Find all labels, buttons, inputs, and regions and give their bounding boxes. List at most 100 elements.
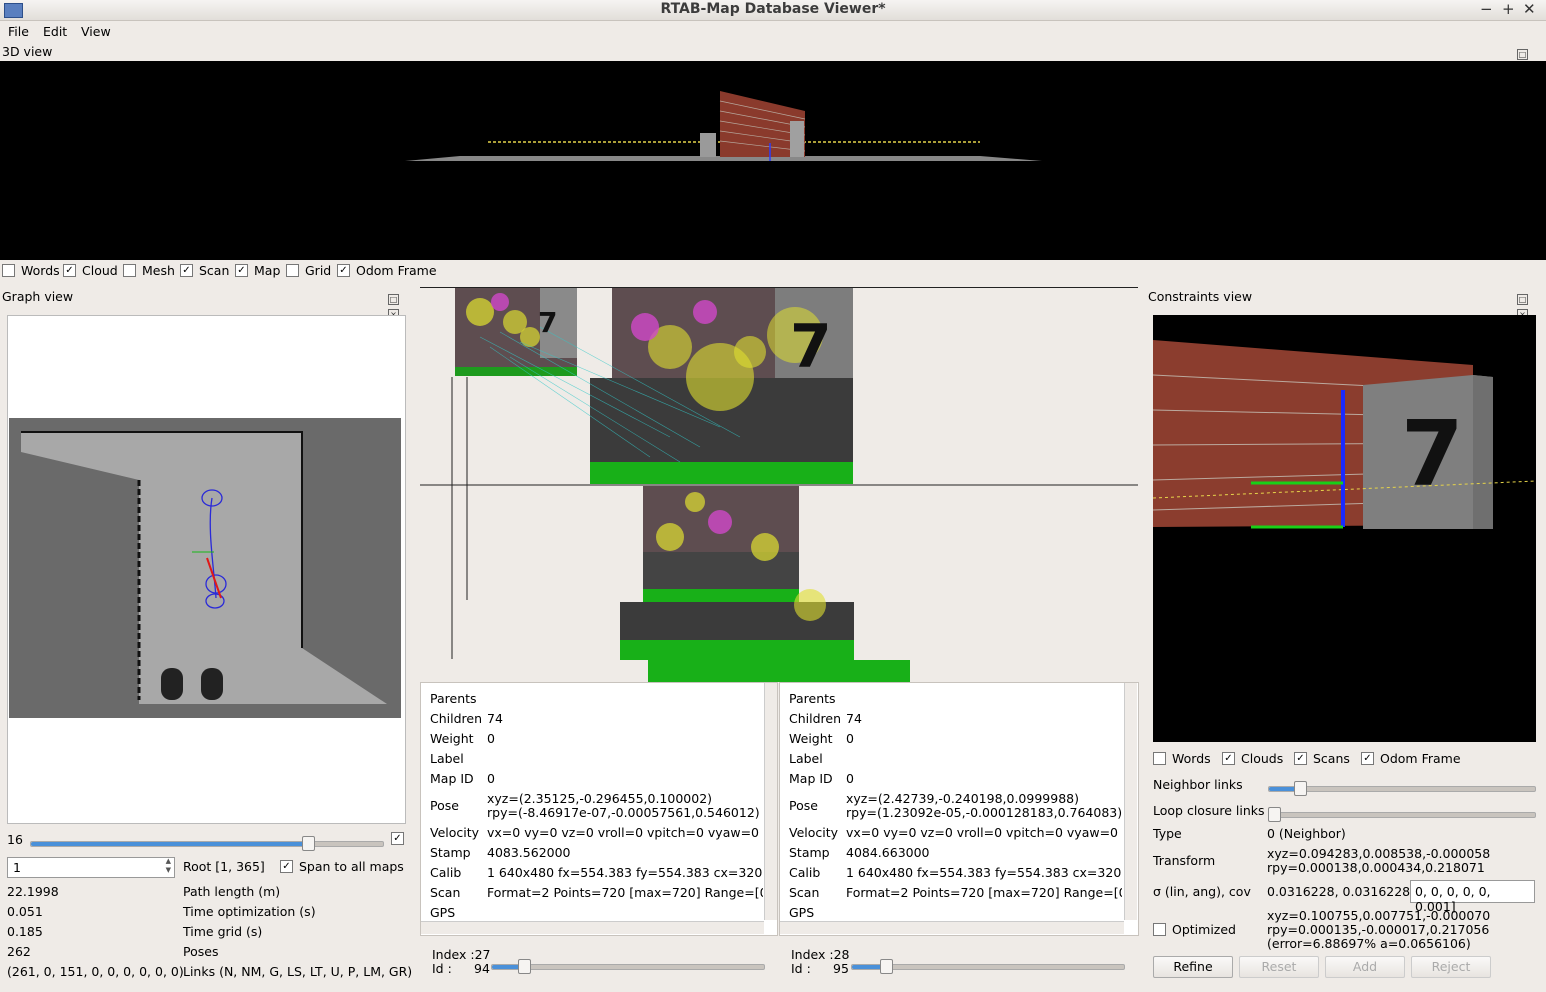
- node-a-slider[interactable]: [491, 964, 765, 970]
- node-field-label: GPS: [430, 905, 456, 920]
- float-icon[interactable]: □: [388, 294, 399, 305]
- checkbox-box[interactable]: [286, 264, 299, 277]
- node-a-index-label: Index :27: [432, 947, 491, 962]
- image-digit-small: 7: [538, 306, 557, 339]
- node-field-value: Format=2 Points=720 [max=720] Range=[0.1: [846, 885, 1122, 900]
- checkbox-box[interactable]: ✓: [1294, 752, 1307, 765]
- node-field-label: Label: [789, 751, 823, 766]
- view3d-option-scan[interactable]: ✓ Scan: [180, 263, 229, 278]
- spin-arrows-icon[interactable]: ▲ ▼: [166, 857, 171, 875]
- transform-xyz: xyz=0.094283,0.008538,-0.000058: [1267, 846, 1491, 861]
- graph-map-drawing: [21, 431, 387, 704]
- node-b-hscroll[interactable]: [780, 921, 1124, 934]
- reset-button[interactable]: Reset: [1239, 956, 1319, 978]
- root-label: Root [1, 365]: [183, 859, 265, 874]
- neighbor-links-handle[interactable]: [1294, 781, 1307, 796]
- node-b-vscroll[interactable]: [1124, 683, 1137, 920]
- 3d-view-dock-buttons[interactable]: □×: [1517, 45, 1541, 75]
- constraints-option-words[interactable]: Words: [1153, 751, 1211, 766]
- node-field-value: vx=0 vy=0 vz=0 vroll=0 vpitch=0 vyaw=0: [487, 825, 760, 840]
- graph-view-dock-buttons[interactable]: □×: [388, 290, 412, 320]
- node-pose-rpy: rpy=(-8.46917e-07,-0.00057561,0.546012): [487, 805, 760, 820]
- covariance-field[interactable]: 0, 0, 0, 0, 0, 0.001]: [1410, 880, 1535, 914]
- graph-slider-checkbox[interactable]: ✓: [391, 832, 410, 845]
- checkbox-box[interactable]: ✓: [337, 264, 350, 277]
- occupancy-grid-map: [9, 418, 401, 718]
- constraints-option-odom-frame[interactable]: ✓ Odom Frame: [1361, 751, 1461, 766]
- optimized-checkbox[interactable]: Optimized: [1153, 922, 1236, 937]
- maximize-button[interactable]: +: [1502, 0, 1515, 18]
- menu-edit[interactable]: Edit: [43, 24, 67, 39]
- 3d-view-title: 3D view: [2, 44, 53, 59]
- menu-file[interactable]: File: [8, 24, 29, 39]
- window-title: RTAB-Map Database Viewer*: [660, 1, 886, 17]
- neighbor-links-slider[interactable]: [1268, 786, 1536, 792]
- checkbox-box[interactable]: ✓: [235, 264, 248, 277]
- node-field-label: Label: [430, 751, 464, 766]
- close-button[interactable]: ✕: [1523, 0, 1536, 18]
- constraints-option-scans[interactable]: ✓ Scans: [1294, 751, 1350, 766]
- loop-closure-handle[interactable]: [1268, 807, 1281, 822]
- checkbox-box[interactable]: ✓: [63, 264, 76, 277]
- add-button[interactable]: Add: [1325, 956, 1405, 978]
- checkbox-box[interactable]: [1153, 923, 1166, 936]
- checkbox-box[interactable]: ✓: [280, 860, 293, 873]
- node-a-vscroll[interactable]: [764, 683, 777, 920]
- checkbox-box[interactable]: ✓: [1361, 752, 1374, 765]
- float-icon[interactable]: □: [1517, 294, 1528, 305]
- checkbox-box[interactable]: [2, 264, 15, 277]
- node-field-value: 1 640x480 fx=554.383 fy=554.383 cx=320.5: [487, 865, 763, 880]
- view3d-option-grid[interactable]: Grid: [286, 263, 331, 278]
- node-a-hscroll[interactable]: [421, 921, 764, 934]
- minimize-button[interactable]: −: [1480, 0, 1493, 18]
- constraints-3d-canvas[interactable]: 7: [1153, 315, 1536, 742]
- graph-slider-value: 16: [7, 832, 23, 847]
- refine-button[interactable]: Refine: [1153, 956, 1233, 978]
- loop-closure-images[interactable]: 7 7: [420, 287, 1138, 682]
- checkbox-box[interactable]: ✓: [180, 264, 193, 277]
- view3d-option-mesh[interactable]: Mesh: [123, 263, 175, 278]
- option-label: Odom Frame: [356, 263, 437, 278]
- node-a-slider-handle[interactable]: [517, 959, 531, 974]
- node-field-value: 4084.663000: [846, 845, 930, 860]
- node-field-label: Weight: [789, 731, 833, 746]
- node-field-label: Map ID: [430, 771, 474, 786]
- view3d-option-odom-frame[interactable]: ✓ Odom Frame: [337, 263, 437, 278]
- span-all-maps-checkbox[interactable]: ✓ Span to all maps: [280, 859, 404, 874]
- map-spinbox[interactable]: 1 ▲ ▼: [7, 857, 175, 878]
- optimized-error: (error=6.88697% a=0.0656106): [1267, 936, 1471, 951]
- node-field-label: Calib: [789, 865, 821, 880]
- constraints-dock-buttons[interactable]: □×: [1517, 290, 1541, 320]
- 3d-view-canvas[interactable]: [0, 61, 1546, 260]
- view3d-option-cloud[interactable]: ✓ Cloud: [63, 263, 118, 278]
- node-b-slider-handle[interactable]: [880, 959, 894, 974]
- loop-closure-links-label: Loop closure links: [1153, 803, 1265, 818]
- checkbox-box[interactable]: ✓: [391, 832, 404, 845]
- graph-slider-handle[interactable]: [302, 836, 316, 851]
- node-b-index-label: Index :28: [791, 947, 850, 962]
- menu-view[interactable]: View: [81, 24, 111, 39]
- view3d-option-words[interactable]: Words: [2, 263, 60, 278]
- reject-button[interactable]: Reject: [1411, 956, 1491, 978]
- checkbox-box[interactable]: [1153, 752, 1166, 765]
- checkbox-box[interactable]: [123, 264, 136, 277]
- node-field-label: Velocity: [789, 825, 839, 840]
- float-icon[interactable]: □: [1517, 49, 1528, 60]
- graph-slider[interactable]: [30, 841, 384, 847]
- node-b-index: 28: [833, 947, 850, 962]
- node-field-value: 1 640x480 fx=554.383 fy=554.383 cx=320.5: [846, 865, 1122, 880]
- node-pose-label: Pose: [430, 798, 459, 813]
- transform-rpy: rpy=0.000138,0.000434,0.218071: [1267, 860, 1485, 875]
- constraints-option-clouds[interactable]: ✓ Clouds: [1222, 751, 1283, 766]
- node-a-index: 27: [474, 947, 491, 962]
- constraints-view-title: Constraints view: [1148, 289, 1253, 304]
- node-field-value: 74: [846, 711, 862, 726]
- option-label: Clouds: [1241, 751, 1284, 766]
- graph-stat-label: Path length (m): [183, 884, 281, 899]
- loop-closure-slider[interactable]: [1268, 812, 1536, 818]
- view3d-option-map[interactable]: ✓ Map: [235, 263, 280, 278]
- checkbox-box[interactable]: ✓: [1222, 752, 1235, 765]
- transform-label: Transform: [1153, 853, 1216, 868]
- type-label: Type: [1153, 826, 1182, 841]
- node-pose-rpy: rpy=(1.23092e-05,-0.000128183,0.764083): [846, 805, 1123, 820]
